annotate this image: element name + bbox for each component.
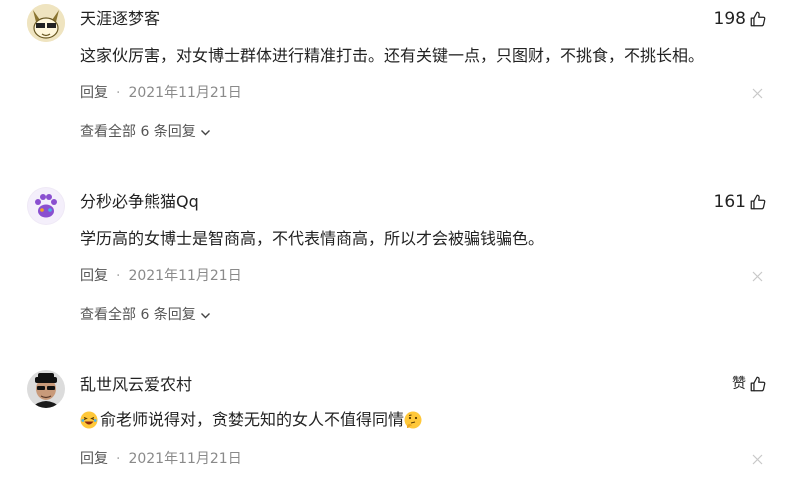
comment-text: 学历高的女博士是智商高，不代表情商高，所以才会被骗钱骗色。 xyxy=(80,229,545,248)
close-icon[interactable] xyxy=(752,88,763,99)
like-count: 198 xyxy=(713,9,746,29)
username[interactable]: 乱世风云爱农村 xyxy=(80,375,192,395)
comment-date: 2021年11月21日 xyxy=(128,451,242,467)
like-button[interactable]: 161 xyxy=(714,192,767,212)
chevron-down-icon xyxy=(200,129,210,135)
comment-item: 乱世风云爱农村 赞 俞老师说得对，贪婪无知的女人不值得同情 回复 · 2021年11… xyxy=(0,366,793,485)
expand-replies-button[interactable]: 查看全部 6 条回复 xyxy=(80,123,211,141)
like-label: 赞 xyxy=(732,376,746,392)
like-button[interactable]: 赞 xyxy=(732,374,767,394)
thumbs-up-icon xyxy=(750,376,766,392)
reply-button[interactable]: 回复 xyxy=(80,85,108,101)
comment-item: 天涯逐梦客 198 这家伙厉害，对女博士群体进行精准打击。还有关键一点，只图财，… xyxy=(0,0,793,170)
comment-date: 2021年11月21日 xyxy=(128,85,242,101)
thumbs-up-icon xyxy=(750,194,766,210)
expand-replies-label: 查看全部 6 条回复 xyxy=(80,124,196,140)
avatar[interactable] xyxy=(27,370,65,408)
thumbs-up-icon xyxy=(750,11,766,27)
like-count: 161 xyxy=(713,192,746,212)
avatar[interactable] xyxy=(27,187,65,225)
expand-replies-label: 查看全部 6 条回复 xyxy=(80,307,196,323)
close-icon[interactable] xyxy=(752,454,763,465)
comment-meta: 回复 · 2021年11月21日 xyxy=(80,450,242,468)
reply-button[interactable]: 回复 xyxy=(80,268,108,284)
reply-button[interactable]: 回复 xyxy=(80,451,108,467)
like-button[interactable]: 198 xyxy=(714,9,767,29)
comment-meta: 回复 · 2021年11月21日 xyxy=(80,267,242,285)
username[interactable]: 天涯逐梦客 xyxy=(80,9,160,29)
expand-replies-button[interactable]: 查看全部 6 条回复 xyxy=(80,306,211,324)
comment-item: 分秒必争熊猫Qq 161 学历高的女博士是智商高，不代表情商高，所以才会被骗钱骗… xyxy=(0,183,793,353)
laughing-emoji xyxy=(80,411,98,429)
separator-dot: · xyxy=(116,451,121,467)
separator-dot: · xyxy=(116,85,121,101)
close-icon[interactable] xyxy=(752,271,763,282)
comment-text-row: 俞老师说得对，贪婪无知的女人不值得同情 xyxy=(80,409,422,431)
chevron-down-icon xyxy=(200,312,210,318)
thinking-emoji xyxy=(404,411,422,429)
comment-date: 2021年11月21日 xyxy=(128,268,242,284)
comment-meta: 回复 · 2021年11月21日 xyxy=(80,84,242,102)
comment-text: 俞老师说得对，贪婪无知的女人不值得同情 xyxy=(100,410,405,429)
separator-dot: · xyxy=(116,268,121,284)
avatar[interactable] xyxy=(27,4,65,42)
comment-text: 这家伙厉害，对女博士群体进行精准打击。还有关键一点，只图财，不挑食，不挑长相。 xyxy=(80,46,705,65)
username[interactable]: 分秒必争熊猫Qq xyxy=(80,192,199,212)
